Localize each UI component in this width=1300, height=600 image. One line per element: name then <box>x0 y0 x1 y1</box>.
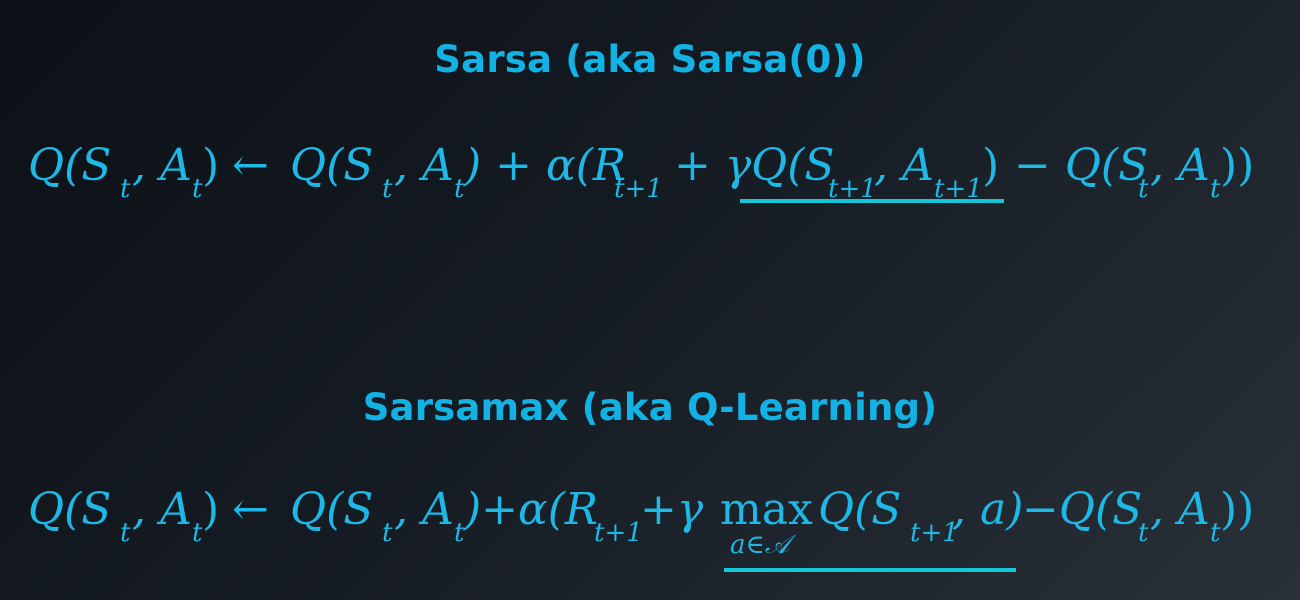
eq2-arrow: ← <box>232 484 269 535</box>
eq2-plus-gamma: +γ <box>640 484 704 535</box>
eq2-max: max <box>720 484 813 535</box>
eq2-sub-t4: t <box>1210 518 1221 548</box>
eq2-max-subscript: a∈𝒜 <box>730 530 790 560</box>
eq2-close: )) <box>1220 484 1255 535</box>
eq2-r-sub-t1: t+1 <box>594 518 643 548</box>
eq2-r-a: , A <box>394 484 454 535</box>
eq2-r-sub-t: t <box>382 518 393 548</box>
eq2-lhs-close: ) <box>202 484 220 535</box>
eq2-lhs-q: Q(S <box>28 484 112 535</box>
eq2-sub-t3: t <box>1138 518 1149 548</box>
eq2-lhs-sub-t2: t <box>192 518 203 548</box>
eq2-r-sub-t2: t <box>454 518 465 548</box>
sarsamax-target-underline <box>724 568 1016 572</box>
eq2-lhs-a: , A <box>132 484 192 535</box>
eq2-r-q: Q(S <box>290 484 374 535</box>
eq2-a3: , A <box>1150 484 1210 535</box>
eq2-a-arg: , a) <box>952 484 1024 535</box>
eq2-minus-q: −Q(S <box>1022 484 1143 535</box>
eq2-r-alpha-r: )+α(R <box>464 484 599 535</box>
sarsamax-equation: Q(S t , A t ) ← Q(S t , A t )+α(R t+1 +γ… <box>0 0 1300 600</box>
eq2-lhs-sub-t: t <box>120 518 131 548</box>
eq2-q-next: Q(S <box>818 484 902 535</box>
